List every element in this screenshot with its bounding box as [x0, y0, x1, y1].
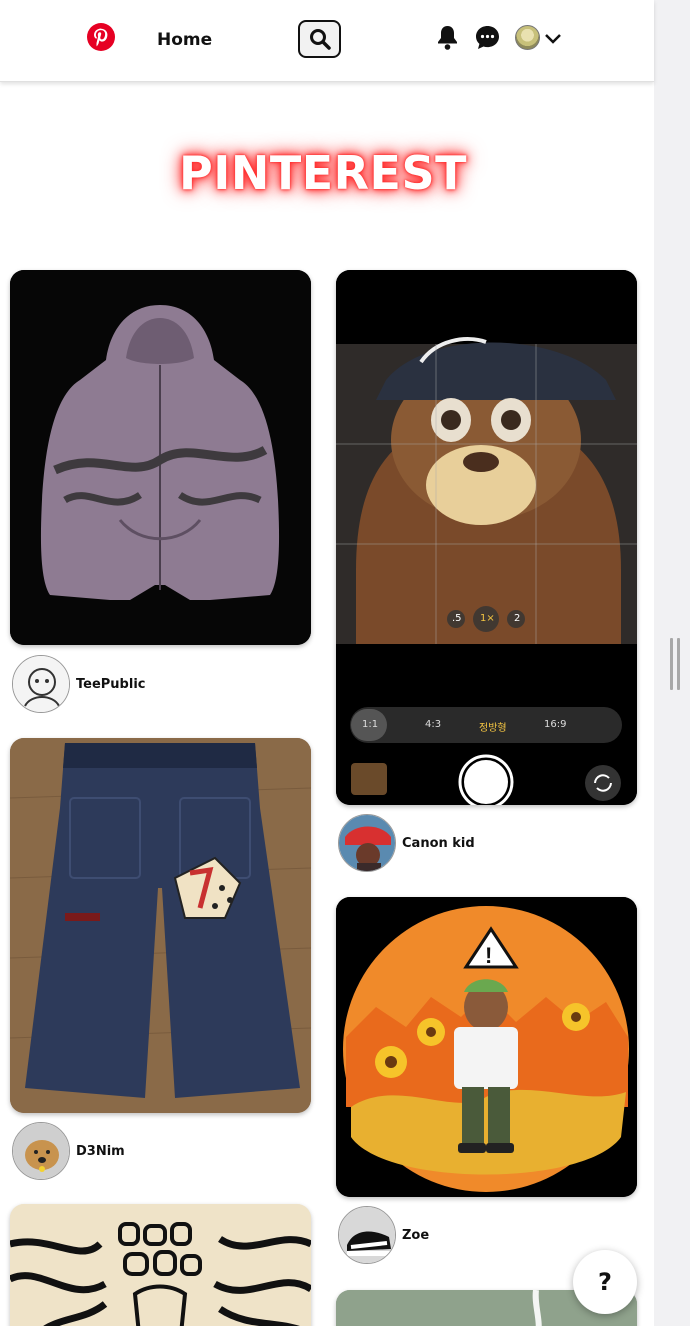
author-name[interactable]: TeePublic [76, 677, 145, 692]
author-avatar[interactable] [338, 1206, 396, 1264]
author-avatar[interactable] [338, 814, 396, 872]
author-avatar[interactable] [12, 1122, 70, 1180]
pin-card[interactable] [10, 738, 311, 1113]
home-link[interactable]: Home [157, 30, 212, 50]
svg-text:!: ! [485, 943, 492, 968]
search-button[interactable] [298, 20, 341, 58]
aspect-option: 1:1 [362, 719, 379, 730]
pin-author[interactable]: TeePublic [12, 655, 145, 713]
ink-drawing-image [10, 1204, 311, 1326]
aspect-option: 16:9 [544, 719, 567, 730]
jeans-image [10, 738, 311, 1113]
pin-card[interactable] [10, 1204, 311, 1326]
circular-artwork-image: ! [336, 897, 637, 1197]
aspect-option: 정방형 [479, 723, 507, 734]
pin-card[interactable] [10, 270, 311, 645]
scrollbar-thumb[interactable] [668, 638, 682, 690]
help-button[interactable]: ? [573, 1250, 637, 1314]
top-nav: Home [0, 0, 654, 82]
author-name[interactable]: Canon kid [402, 836, 475, 851]
zoom-option: 1× [480, 613, 495, 624]
pin-author[interactable]: Canon kid [338, 814, 475, 872]
zoom-option: 2 [514, 613, 521, 624]
zoom-option: .5 [452, 613, 462, 624]
pin-card[interactable]: ! [336, 897, 637, 1197]
pin-card[interactable]: .5 1× 2 1:1 4:3 정방형 16:9 [336, 270, 637, 805]
bell-icon[interactable] [435, 24, 460, 51]
message-icon[interactable] [474, 24, 501, 51]
author-name[interactable]: D3Nim [76, 1144, 125, 1159]
search-icon [309, 29, 331, 50]
pin-author[interactable]: Zoe [338, 1206, 429, 1264]
aspect-option: 4:3 [425, 719, 442, 730]
page-title: PINTEREST [179, 146, 467, 200]
author-avatar[interactable] [12, 655, 70, 713]
chevron-down-icon[interactable] [544, 33, 562, 45]
hoodie-image [10, 270, 311, 645]
user-avatar[interactable] [515, 25, 540, 50]
pin-author[interactable]: D3Nim [12, 1122, 125, 1180]
author-name[interactable]: Zoe [402, 1228, 429, 1243]
pinterest-logo-icon[interactable] [87, 23, 115, 51]
